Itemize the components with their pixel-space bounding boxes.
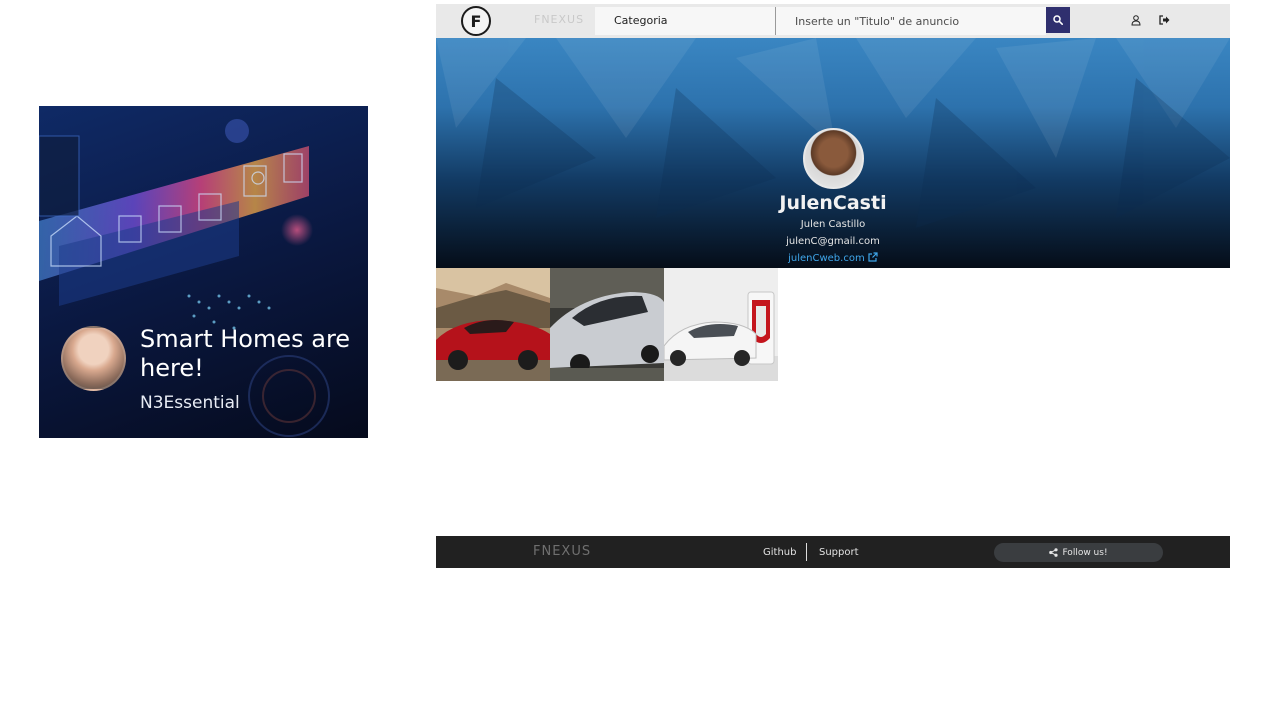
- silver-car-photo: [550, 268, 664, 381]
- navbar-brand[interactable]: FNEXUS: [534, 13, 584, 26]
- profile-website-text: julenCweb.com: [788, 253, 865, 264]
- profile-website-link[interactable]: julenCweb.com: [788, 252, 878, 264]
- ad-author-avatar: [61, 326, 126, 391]
- gallery-item-red-car[interactable]: [436, 268, 550, 381]
- logout-icon: [1158, 15, 1169, 25]
- category-dropdown[interactable]: Categoria: [595, 7, 776, 35]
- car-gallery: [436, 268, 778, 381]
- footer-divider: [806, 543, 807, 561]
- user-icon: [1131, 14, 1141, 25]
- follow-us-label: Follow us!: [1062, 547, 1108, 558]
- profile-website: julenCweb.com: [436, 252, 1230, 264]
- profile-avatar: [803, 128, 864, 189]
- profile-email: julenC@gmail.com: [786, 236, 880, 247]
- share-icon: [1049, 548, 1059, 557]
- follow-us-button[interactable]: Follow us!: [994, 543, 1163, 562]
- site-footer: FNEXUS Github Support Follow us!: [436, 536, 1230, 568]
- white-car-charging-photo: [664, 268, 778, 381]
- footer-brand: FNEXUS: [533, 544, 592, 559]
- app-window: F FNEXUS Categoria Inserte un "Titulo" d…: [436, 4, 1230, 568]
- profile-username: JulenCasti: [779, 192, 887, 214]
- search-input[interactable]: [776, 7, 1046, 35]
- profile-banner: JulenCasti Julen Castillo julenC@gmail.c…: [436, 38, 1230, 268]
- search-button[interactable]: [1046, 7, 1070, 33]
- external-link-icon: [868, 252, 878, 262]
- gallery-item-silver-car[interactable]: [550, 268, 664, 381]
- user-profile-button[interactable]: [1128, 12, 1144, 28]
- logout-button[interactable]: [1156, 12, 1172, 28]
- top-navbar: F FNEXUS Categoria: [436, 4, 1230, 38]
- search-icon: [1053, 15, 1063, 25]
- smart-homes-ad[interactable]: Smart Homes are here! N3Essential: [39, 106, 368, 438]
- profile-full-name: Julen Castillo: [800, 219, 866, 230]
- logo-icon[interactable]: F: [461, 6, 491, 36]
- ad-brand: N3Essential: [140, 393, 240, 413]
- red-car-photo: [436, 268, 550, 381]
- footer-link-github[interactable]: Github: [763, 547, 796, 558]
- gallery-item-white-car[interactable]: [664, 268, 778, 381]
- footer-link-support[interactable]: Support: [819, 547, 859, 558]
- ad-title: Smart Homes are here!: [140, 325, 351, 382]
